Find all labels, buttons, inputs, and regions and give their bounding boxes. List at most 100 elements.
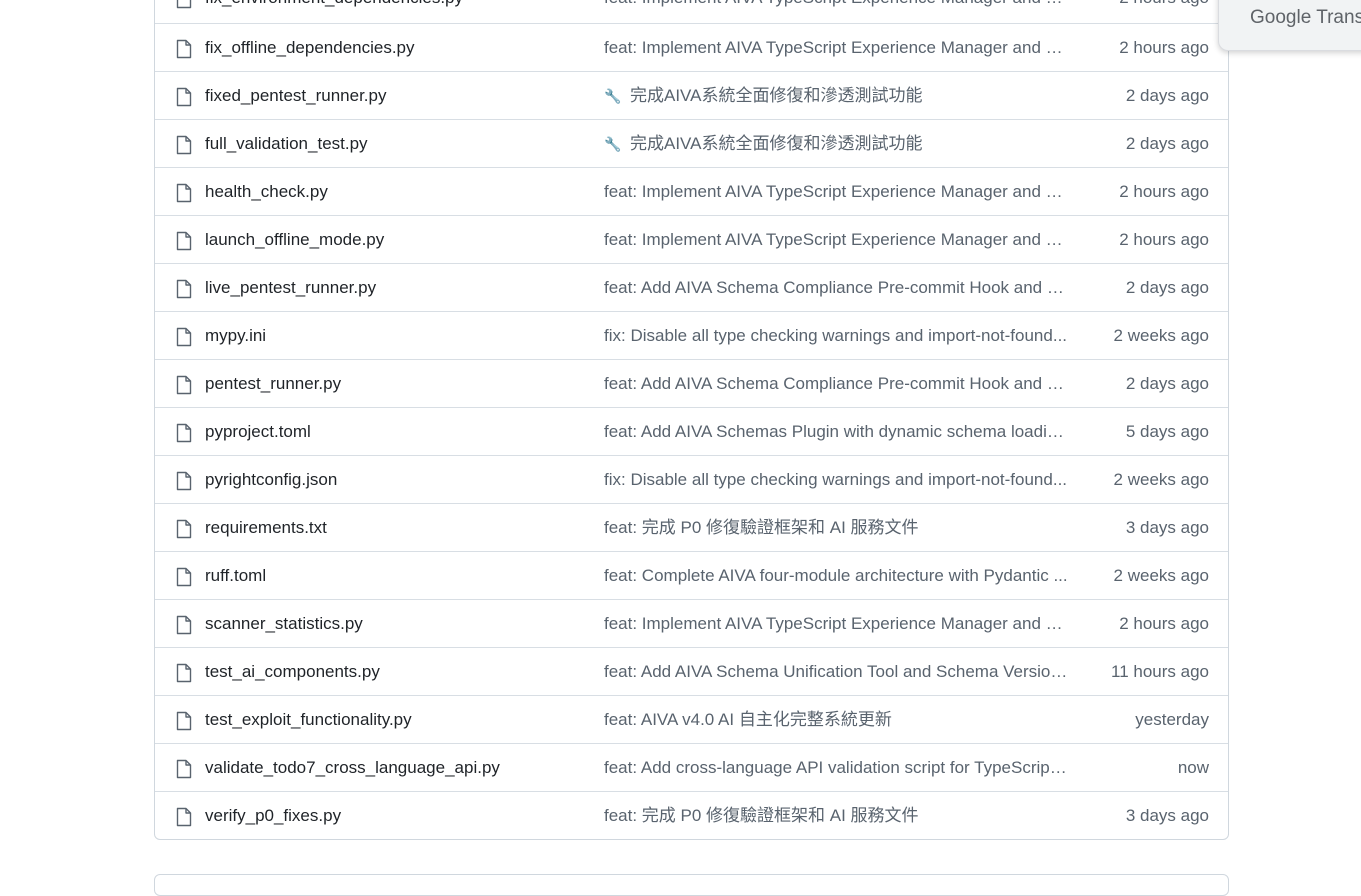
file-name-link[interactable]: mypy.ini <box>205 312 266 360</box>
file-icon <box>176 663 192 683</box>
commit-date: 2 hours ago <box>1119 38 1209 57</box>
commit-message-text: feat: Add AIVA Schema Compliance Pre-com… <box>604 278 1068 297</box>
commit-date: 2 days ago <box>1125 86 1209 105</box>
file-row[interactable]: test_exploit_functionality.py feat: AIVA… <box>155 695 1228 743</box>
commit-message-link[interactable]: feat: Add AIVA Schema Compliance Pre-com… <box>604 264 1068 312</box>
file-name-link[interactable]: test_ai_components.py <box>205 648 380 696</box>
file-name-link[interactable]: launch_offline_mode.py <box>205 216 384 264</box>
commit-date: 11 hours ago <box>1111 662 1209 681</box>
file-icon <box>176 423 192 443</box>
file-name-link[interactable]: pyrightconfig.json <box>205 456 337 504</box>
commit-date: 2 hours ago <box>1119 230 1209 249</box>
file-icon <box>176 519 192 539</box>
file-icon <box>176 471 192 491</box>
commit-message-link[interactable]: fix: Disable all type checking warnings … <box>604 312 1068 360</box>
file-icon <box>176 807 192 827</box>
commit-date: now <box>1177 758 1209 777</box>
file-row[interactable]: launch_offline_mode.py feat: Implement A… <box>155 215 1228 263</box>
commit-message-text: feat: Implement AIVA TypeScript Experien… <box>604 0 1068 7</box>
file-name-link[interactable]: live_pentest_runner.py <box>205 264 376 312</box>
commit-message-link[interactable]: feat: Implement AIVA TypeScript Experien… <box>604 0 1068 22</box>
file-name-link[interactable]: validate_todo7_cross_language_api.py <box>205 744 500 792</box>
file-row[interactable]: validate_todo7_cross_language_api.py fea… <box>155 743 1228 791</box>
commit-date: 2 hours ago <box>1119 614 1209 633</box>
file-icon <box>176 375 192 395</box>
commit-message-link[interactable]: feat: Add AIVA Schema Unification Tool a… <box>604 648 1068 696</box>
commit-message-link[interactable]: 🔧 完成AIVA系統全面修復和滲透測試功能 <box>604 120 1068 168</box>
file-row[interactable]: pyrightconfig.json fix: Disable all type… <box>155 455 1228 503</box>
commit-message-text: fix: Disable all type checking warnings … <box>604 326 1068 345</box>
file-row[interactable]: fix_environment_dependencies.py feat: Im… <box>155 0 1228 23</box>
commit-message-link[interactable]: feat: Add cross-language API validation … <box>604 744 1068 792</box>
file-name-link[interactable]: test_exploit_functionality.py <box>205 696 412 744</box>
commit-message-link[interactable]: fix: Disable all type checking warnings … <box>604 456 1068 504</box>
file-name-link[interactable]: fixed_pentest_runner.py <box>205 72 386 120</box>
commit-message-text: feat: Add cross-language API validation … <box>604 758 1068 777</box>
file-row[interactable]: verify_p0_fixes.py feat: 完成 P0 修復驗證框架和 A… <box>155 791 1228 839</box>
file-name-link[interactable]: scanner_statistics.py <box>205 600 363 648</box>
commit-message-link[interactable]: feat: 完成 P0 修復驗證框架和 AI 服務文件 <box>604 504 1068 552</box>
commit-date: 5 days ago <box>1125 422 1209 441</box>
commit-message-link[interactable]: feat: Complete AIVA four-module architec… <box>604 552 1068 600</box>
file-row[interactable]: pyproject.toml feat: Add AIVA Schemas Pl… <box>155 407 1228 455</box>
next-section-box <box>154 874 1229 896</box>
file-name-link[interactable]: requirements.txt <box>205 504 327 552</box>
commit-date: 2 hours ago <box>1119 182 1209 201</box>
commit-message-link[interactable]: feat: 完成 P0 修復驗證框架和 AI 服務文件 <box>604 792 1068 840</box>
google-translate-popup[interactable]: Google Transla <box>1218 0 1361 51</box>
file-icon <box>176 87 192 107</box>
commit-date: 2 days ago <box>1125 374 1209 393</box>
file-row[interactable]: ruff.toml feat: Complete AIVA four-modul… <box>155 551 1228 599</box>
commit-message-link[interactable]: feat: Implement AIVA TypeScript Experien… <box>604 600 1068 648</box>
file-row[interactable]: requirements.txt feat: 完成 P0 修復驗證框架和 AI … <box>155 503 1228 551</box>
commit-message-link[interactable]: feat: Implement AIVA TypeScript Experien… <box>604 168 1068 216</box>
file-icon <box>176 567 192 587</box>
file-row[interactable]: mypy.ini fix: Disable all type checking … <box>155 311 1228 359</box>
commit-date: 3 days ago <box>1125 518 1209 537</box>
file-row[interactable]: live_pentest_runner.py feat: Add AIVA Sc… <box>155 263 1228 311</box>
file-row[interactable]: pentest_runner.py feat: Add AIVA Schema … <box>155 359 1228 407</box>
file-name-link[interactable]: fix_offline_dependencies.py <box>205 24 415 72</box>
file-name-link[interactable]: verify_p0_fixes.py <box>205 792 341 840</box>
commit-message-text: feat: Implement AIVA TypeScript Experien… <box>604 38 1068 57</box>
file-row[interactable]: full_validation_test.py 🔧 完成AIVA系統全面修復和滲透… <box>155 119 1228 167</box>
file-icon <box>176 0 192 9</box>
commit-message-text: feat: Implement AIVA TypeScript Experien… <box>604 614 1068 633</box>
commit-date: 3 days ago <box>1125 806 1209 825</box>
file-row[interactable]: test_ai_components.py feat: Add AIVA Sch… <box>155 647 1228 695</box>
commit-message-link[interactable]: feat: Add AIVA Schema Compliance Pre-com… <box>604 360 1068 408</box>
commit-message-link[interactable]: 🔧 完成AIVA系統全面修復和滲透測試功能 <box>604 72 1068 120</box>
commit-message-text: feat: 完成 P0 修復驗證框架和 AI 服務文件 <box>604 518 919 537</box>
file-icon <box>176 615 192 635</box>
commit-message-text: feat: AIVA v4.0 AI 自主化完整系統更新 <box>604 710 892 729</box>
file-row[interactable]: health_check.py feat: Implement AIVA Typ… <box>155 167 1228 215</box>
commit-message-text: feat: Implement AIVA TypeScript Experien… <box>604 230 1068 249</box>
file-name-link[interactable]: fix_environment_dependencies.py <box>205 0 463 22</box>
file-icon <box>176 327 192 347</box>
file-icon <box>176 135 192 155</box>
file-icon <box>176 231 192 251</box>
file-name-link[interactable]: full_validation_test.py <box>205 120 368 168</box>
wrench-icon: 🔧 <box>604 88 622 104</box>
file-name-link[interactable]: health_check.py <box>205 168 328 216</box>
file-name-link[interactable]: ruff.toml <box>205 552 266 600</box>
file-row[interactable]: scanner_statistics.py feat: Implement AI… <box>155 599 1228 647</box>
commit-message-link[interactable]: feat: AIVA v4.0 AI 自主化完整系統更新 <box>604 696 1068 744</box>
commit-date: 2 hours ago <box>1119 0 1209 22</box>
file-list-table: fix_environment_dependencies.py feat: Im… <box>154 0 1229 840</box>
commit-message-text: feat: Implement AIVA TypeScript Experien… <box>604 182 1068 201</box>
commit-message-link[interactable]: feat: Add AIVA Schemas Plugin with dynam… <box>604 408 1068 456</box>
commit-message-link[interactable]: feat: Implement AIVA TypeScript Experien… <box>604 216 1068 264</box>
commit-message-text: feat: Complete AIVA four-module architec… <box>604 566 1068 585</box>
file-row[interactable]: fixed_pentest_runner.py 🔧 完成AIVA系統全面修復和滲透… <box>155 71 1228 119</box>
file-name-link[interactable]: pentest_runner.py <box>205 360 341 408</box>
file-icon <box>176 39 192 59</box>
file-name-link[interactable]: pyproject.toml <box>205 408 311 456</box>
commit-message-text: fix: Disable all type checking warnings … <box>604 470 1068 489</box>
commit-date: 2 weeks ago <box>1113 566 1209 585</box>
commit-date: 2 weeks ago <box>1113 470 1209 489</box>
commit-message-text: feat: Add AIVA Schema Unification Tool a… <box>604 662 1068 681</box>
wrench-icon: 🔧 <box>604 136 622 152</box>
commit-message-link[interactable]: feat: Implement AIVA TypeScript Experien… <box>604 24 1068 72</box>
file-row[interactable]: fix_offline_dependencies.py feat: Implem… <box>155 23 1228 71</box>
